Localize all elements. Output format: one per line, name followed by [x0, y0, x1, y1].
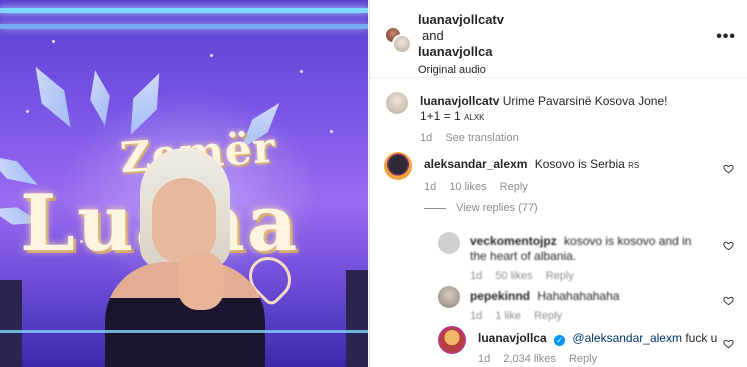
- view-replies-button[interactable]: View replies (77): [424, 202, 538, 214]
- comment-text: Kosovo is Serbia: [534, 157, 625, 171]
- timestamp[interactable]: 1d: [420, 132, 432, 144]
- audio-link[interactable]: Original audio: [418, 62, 504, 78]
- comment-body: aleksandar_alexm Kosovo is Serbia RS 1d …: [424, 157, 639, 195]
- avatar[interactable]: [438, 286, 460, 308]
- username-link[interactable]: pepekinnd: [470, 289, 530, 303]
- avatar[interactable]: [438, 232, 460, 254]
- verified-badge-icon: ✓: [554, 335, 566, 346]
- sparkle: [52, 40, 55, 43]
- crystal-decoration: [24, 60, 82, 134]
- avatar[interactable]: [438, 326, 466, 354]
- reply-comment: pepekinnd Hahahahahaha 1d 1 like Reply: [384, 286, 738, 322]
- stage-light-top-2: [0, 24, 368, 29]
- comment-meta: 1d 50 likes Reply: [470, 269, 710, 284]
- like-heart-icon[interactable]: [723, 293, 734, 306]
- stage-light-top: [0, 8, 368, 13]
- avatar[interactable]: [384, 152, 412, 180]
- and-label: and: [422, 28, 444, 43]
- comment-text: Hahahahahaha: [537, 289, 620, 303]
- comment-meta: 1d 2,034 likes Reply: [478, 352, 717, 367]
- host-face: [152, 178, 216, 264]
- see-translation-button[interactable]: See translation: [445, 132, 518, 144]
- more-options-icon[interactable]: •••: [716, 28, 736, 46]
- comments-panel: luanavjollcatv and luanavjollca Original…: [369, 0, 747, 367]
- view-replies-label: View replies (77): [456, 202, 538, 214]
- reply-button[interactable]: Reply: [534, 310, 562, 322]
- caption-meta: 1d See translation: [420, 131, 730, 146]
- host-hand: [178, 252, 224, 310]
- caption-text: Urime Pavarsinë Kosova Jone!: [502, 94, 668, 108]
- username-link[interactable]: luanavjollcatv: [418, 12, 504, 28]
- reply-comment: luanavjollca ✓ @aleksandar_alexm fuck u …: [384, 326, 738, 366]
- comment: aleksandar_alexm Kosovo is Serbia RS 1d …: [384, 152, 738, 195]
- sparkle: [300, 70, 303, 73]
- collab-avatars[interactable]: [384, 26, 412, 54]
- sparkle: [26, 110, 29, 113]
- reply-button[interactable]: Reply: [546, 270, 574, 282]
- comment-meta: 1d 10 likes Reply: [424, 180, 639, 195]
- reply-comment: veckomentojpz kosovo is kosovo and in th…: [384, 230, 738, 282]
- like-heart-icon[interactable]: [723, 336, 734, 349]
- comment-body: pepekinnd Hahahahahaha 1d 1 like Reply: [470, 289, 619, 324]
- avatar[interactable]: [392, 34, 412, 54]
- sparkle: [210, 54, 213, 57]
- timestamp[interactable]: 1d: [424, 181, 436, 193]
- comment-text: fuck u: [685, 331, 718, 345]
- timestamp[interactable]: 1d: [478, 353, 490, 365]
- reply-button[interactable]: Reply: [569, 353, 597, 365]
- sparkle: [330, 130, 333, 133]
- username-link[interactable]: luanavjollcatv: [420, 94, 499, 108]
- like-heart-icon[interactable]: [723, 161, 734, 174]
- timestamp[interactable]: 1d: [470, 310, 482, 322]
- comment-body: veckomentojpz kosovo is kosovo and in th…: [470, 234, 710, 284]
- likes-count[interactable]: 2,034 likes: [503, 353, 556, 365]
- avatar[interactable]: [386, 92, 408, 114]
- caption-body: luanavjollcatv Urime Pavarsinë Kosova Jo…: [420, 94, 730, 146]
- caption-line-2: 1+1 = 1: [420, 109, 461, 123]
- username-link[interactable]: aleksandar_alexm: [424, 157, 527, 171]
- stage-pillar-left: [0, 280, 22, 367]
- username-link[interactable]: luanavjollca: [418, 44, 504, 60]
- stage-light-bottom: [0, 330, 368, 333]
- divider-line: [424, 207, 446, 209]
- comment-body: luanavjollca ✓ @aleksandar_alexm fuck u …: [478, 331, 717, 367]
- timestamp[interactable]: 1d: [470, 270, 482, 282]
- stage-pillar-right: [346, 270, 368, 367]
- header-text: luanavjollcatv and luanavjollca Original…: [418, 12, 504, 78]
- likes-count[interactable]: 50 likes: [495, 270, 532, 282]
- likes-count[interactable]: 1 like: [495, 310, 521, 322]
- comment-meta: 1d 1 like Reply: [470, 309, 619, 324]
- post-video[interactable]: Zemër Luana: [0, 0, 368, 367]
- caption-line-2-small: ALXK: [464, 113, 485, 122]
- flag-label: RS: [628, 161, 640, 170]
- username-link[interactable]: luanavjollca: [478, 331, 547, 345]
- reply-button[interactable]: Reply: [500, 181, 528, 193]
- post-header: luanavjollcatv and luanavjollca Original…: [370, 0, 747, 78]
- likes-count[interactable]: 10 likes: [449, 181, 486, 193]
- mention-link[interactable]: @aleksandar_alexm: [572, 331, 682, 345]
- username-link[interactable]: veckomentojpz: [470, 234, 557, 248]
- like-heart-icon[interactable]: [723, 238, 734, 251]
